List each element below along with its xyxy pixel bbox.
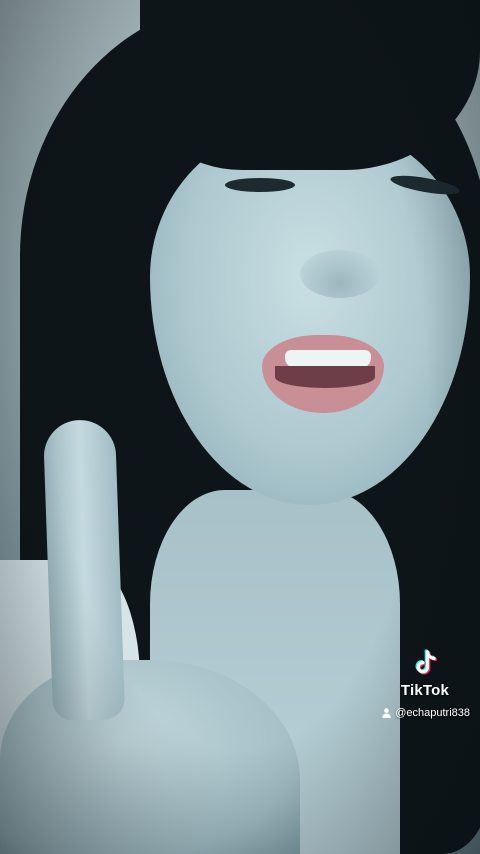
creator-handle-text: @echaputri838: [395, 707, 470, 719]
user-icon: [382, 708, 391, 718]
left-eye: [225, 178, 295, 192]
video-frame: [0, 0, 480, 854]
mouth-inner: [275, 366, 375, 388]
creator-handle: @echaputri838: [382, 707, 470, 719]
tiktok-note-icon: [415, 649, 437, 675]
tiktok-brand-text: TikTok: [400, 682, 450, 699]
tiktok-watermark: TikTok @echaputri838: [350, 648, 470, 719]
tiktok-logo: TikTok: [350, 648, 470, 699]
raised-finger: [42, 418, 126, 722]
video-screen[interactable]: TikTok @echaputri838: [0, 0, 480, 854]
nose: [300, 250, 380, 298]
